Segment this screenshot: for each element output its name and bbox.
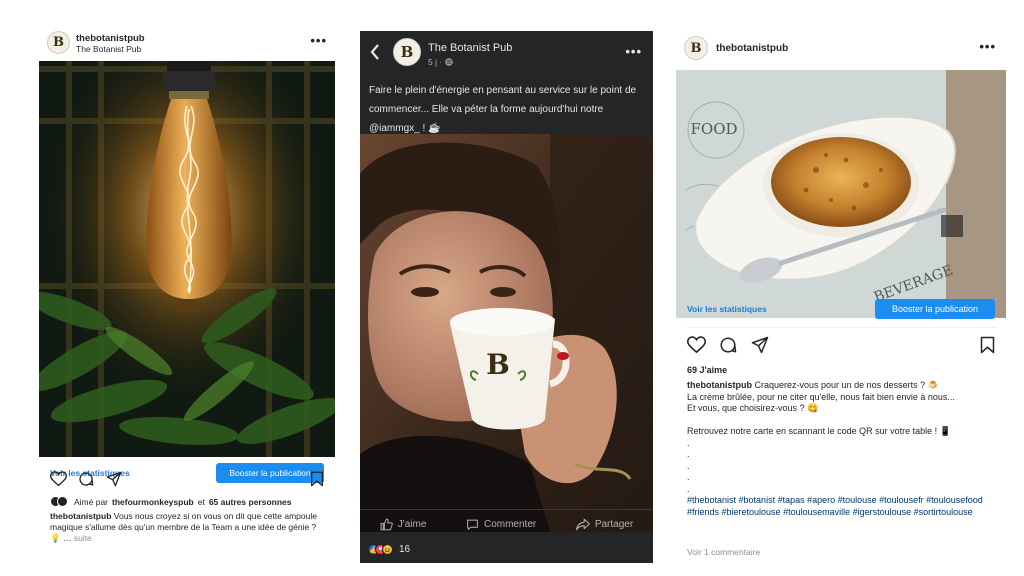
share-arrow-icon: [575, 518, 590, 531]
globe-icon: [445, 58, 453, 66]
comment-icon: [467, 519, 478, 530]
post-image-creme-brulee: FOOD BEVERAGE: [676, 70, 1006, 318]
instagram-post-dessert: B thebotanistpub ••• FOOD BEVERAGE Voir …: [676, 27, 1006, 563]
like-label: J'aime: [397, 519, 427, 530]
page-name[interactable]: The Botanist Pub: [428, 42, 512, 54]
username[interactable]: thebotanistpub: [76, 33, 145, 44]
post-time-text: 5 j ·: [428, 57, 443, 67]
back-arrow-icon[interactable]: [370, 44, 380, 60]
post-actions: [50, 471, 324, 489]
boost-post-button[interactable]: Booster la publication: [875, 299, 995, 319]
haha-reaction-icon: 😆: [382, 544, 393, 555]
caption-line: Craquerez-vous pour un de nos desserts ?…: [754, 380, 939, 390]
heart-icon[interactable]: [50, 471, 67, 487]
share-icon[interactable]: [106, 471, 122, 487]
liked-by-row: Aimé par thefourmonkeyspub et 65 autres …: [50, 496, 292, 507]
caption-line: .: [687, 437, 690, 448]
heart-icon[interactable]: [687, 336, 706, 354]
comment-button[interactable]: Commenter: [466, 518, 536, 531]
caption-line: Et vous, que choisirez-vous ? 😋: [687, 403, 819, 413]
post-caption: thebotanistpub Craquerez-vous pour un de…: [687, 380, 999, 518]
woman-drinking-coffee-photo: B: [360, 134, 653, 532]
reactions-summary[interactable]: 👍 ♥ 😆 16: [368, 544, 410, 555]
facebook-post-coffee: B The Botanist Pub 5 j · ••• Faire le pl…: [360, 31, 653, 563]
thumbs-up-icon: [380, 518, 393, 531]
avatar[interactable]: B: [684, 36, 708, 60]
creme-brulee-photo: FOOD BEVERAGE: [676, 70, 1006, 318]
post-actions-bar: J'aime Commenter Partager: [360, 509, 653, 539]
view-insights-link[interactable]: Voir les statistiques: [687, 304, 767, 314]
share-label: Partager: [594, 519, 634, 530]
cup-logo-text: B: [486, 348, 510, 381]
reaction-count: 16: [399, 544, 411, 555]
liker-avatars: [50, 496, 68, 507]
avatar[interactable]: B: [393, 38, 421, 66]
likes-count[interactable]: 69 J'aime: [687, 365, 727, 375]
menu-food-text: FOOD: [690, 120, 737, 138]
liked-user[interactable]: thefourmonkeyspub: [112, 497, 194, 507]
caption-username[interactable]: thebotanistpub: [687, 380, 752, 390]
post-caption: thebotanistpub Vous nous croyez si on vo…: [50, 511, 320, 544]
username[interactable]: thebotanistpub: [716, 43, 788, 54]
view-comments-link[interactable]: Voir 1 commentaire: [687, 547, 760, 557]
caption-line: .: [687, 449, 690, 459]
insights-row: Voir les statistiques Booster la publica…: [676, 296, 1006, 322]
caption-username[interactable]: thebotanistpub: [50, 511, 111, 521]
liked-others[interactable]: 65 autres personnes: [209, 497, 292, 507]
like-button[interactable]: J'aime: [380, 518, 427, 531]
more-options-icon[interactable]: •••: [979, 39, 996, 54]
post-image-lightbulb: [39, 61, 335, 457]
avatar[interactable]: B: [47, 31, 70, 54]
more-options-icon[interactable]: •••: [310, 33, 327, 48]
comment-icon[interactable]: [719, 336, 737, 354]
share-icon[interactable]: [751, 336, 769, 354]
post-actions: [687, 336, 995, 354]
bookmark-icon[interactable]: [980, 336, 995, 354]
caption-hashtags[interactable]: #thebotanist #botanist #tapas #apero #to…: [687, 495, 983, 517]
liked-middle: et: [197, 496, 205, 507]
comment-icon[interactable]: [78, 471, 94, 487]
caption-line: La crème brûlée, pour ne citer qu'elle, …: [687, 391, 955, 402]
caption-line: .: [687, 483, 690, 494]
caption-more-link[interactable]: suite: [74, 533, 92, 543]
post-text: Faire le plein d'énergie en pensant au s…: [369, 85, 637, 134]
caption-line: Retrouvez notre carte en scannant le cod…: [687, 426, 951, 436]
lightbulb-photo: [39, 61, 335, 457]
more-options-icon[interactable]: •••: [625, 44, 642, 59]
share-button[interactable]: Partager: [575, 518, 634, 531]
post-image-coffee: B: [360, 134, 653, 532]
caption-line: .: [687, 472, 690, 482]
comment-label: Commenter: [483, 519, 537, 530]
post-header: B thebotanistpub The Botanist Pub •••: [39, 27, 335, 61]
instagram-post-lightbulb: B thebotanistpub The Botanist Pub ••• Vo…: [39, 27, 335, 547]
divider: [686, 327, 996, 328]
account-subtitle: The Botanist Pub: [76, 44, 142, 54]
liked-prefix: Aimé par: [74, 496, 109, 507]
post-time: 5 j ·: [428, 57, 453, 67]
caption-line: .: [687, 460, 690, 471]
bookmark-icon[interactable]: [310, 471, 324, 487]
